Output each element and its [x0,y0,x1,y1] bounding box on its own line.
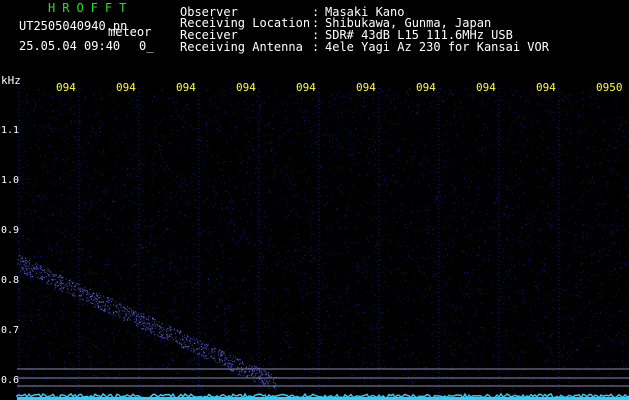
frequency-tick-label: 0.6 [1,375,19,386]
frequency-tick-label: 1.0 [1,175,19,186]
hrofft-screen: 094 094 094 094 094 094 094 094 094 0950 1.1 1.0 0.… [0,0,629,400]
time-tick-label: 094 [56,81,76,94]
frequency-tick-label: 1.1 [1,125,19,136]
antenna-value: 4ele Yagi Az 230 for Kansai VOR [325,40,549,54]
antenna-label: Receiving Antenna [180,40,303,54]
time-tick-label: 0950 [596,81,623,94]
mode-label: meteor [108,25,152,39]
time-tick-label: 094 [296,81,316,94]
time-tick-label: 094 [416,81,436,94]
time-tick-label: 094 [116,81,136,94]
time-tick-label: 094 [356,81,376,94]
date-time: 25.05.04 09:40 [19,39,121,53]
spectrogram: 094 094 094 094 094 094 094 094 094 0950 1.1 1.0 0.… [1,81,629,400]
time-tick-label: 094 [476,81,496,94]
baseline-noise [16,392,629,400]
frequency-tick-label: 0.9 [1,225,19,236]
frequency-tick-label: 0.8 [1,275,19,286]
info-separator: : [312,40,320,54]
frequency-unit-label: kHz [1,74,21,87]
frequency-axis: 1.1 1.0 0.9 0.8 0.7 0.6 [1,125,19,386]
app-title: HROFFT [48,1,134,15]
level-indicator: 0_ [139,39,154,53]
time-grid [18,88,560,398]
time-tick-label: 094 [236,81,256,94]
reference-lines [17,368,629,387]
time-tick-label: 094 [536,81,556,94]
noise-background [17,88,629,399]
time-tick-label: 094 [176,81,196,94]
frequency-tick-label: 0.7 [1,325,19,336]
